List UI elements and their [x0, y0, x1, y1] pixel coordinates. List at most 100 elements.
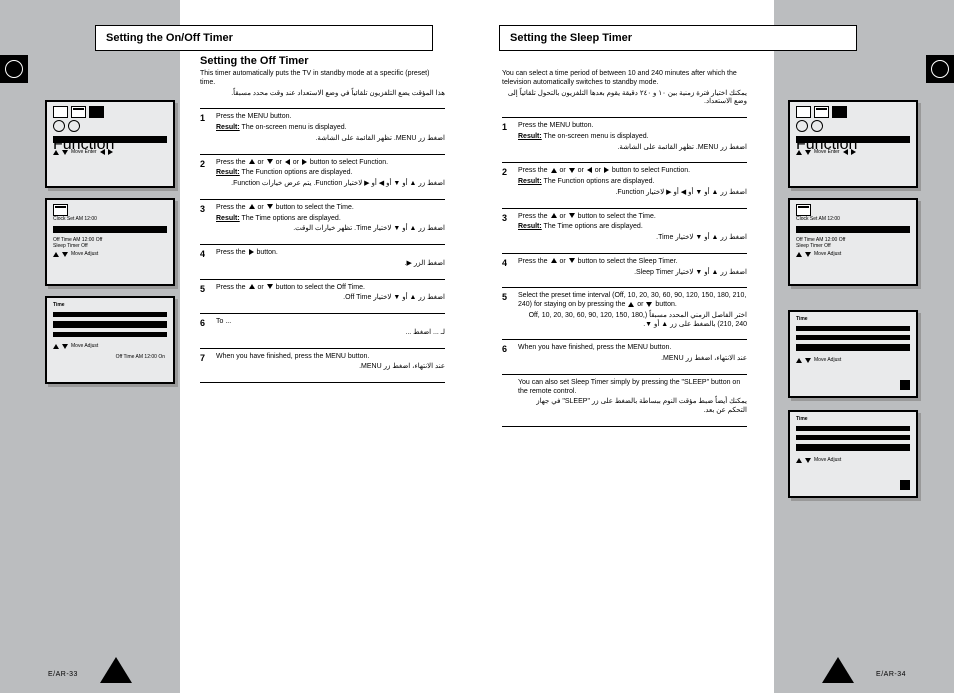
osd-highlight-bar: Function	[53, 136, 167, 143]
step-text-ar: اضغط زر MENU. تظهر القائمة على الشاشة.	[216, 135, 445, 144]
osd-foot-label: Move Adjust	[71, 251, 98, 257]
step-text: When you have finished, press the MENU b…	[216, 353, 445, 373]
step-result: Result: The Function options are display…	[518, 178, 747, 187]
step-text-ar: عند الانتهاء، اضغط زر MENU.	[518, 355, 747, 364]
page-up-triangle-right-icon	[822, 657, 854, 683]
step-text-ar: لـ ... اضغط ...	[216, 329, 445, 338]
step-text-en: Select the preset time interval (Off, 10…	[518, 292, 747, 310]
osd-line: Clock Set AM 12:00	[47, 216, 173, 222]
step-number: 2	[502, 167, 518, 197]
step-text: Press the or button to select the Off Ti…	[216, 284, 445, 304]
binder-hole-left-icon	[0, 55, 28, 83]
step-text: Press the button. اضغط الزر ▶.	[216, 249, 445, 269]
step-number: 5	[502, 292, 518, 329]
step-text-en: Press the or or or button to select Func…	[216, 159, 445, 168]
page-up-triangle-left-icon	[100, 657, 132, 683]
intro-note: You can select a time period of between …	[502, 70, 747, 107]
step-number: 6	[502, 344, 518, 364]
osd-highlight-bar	[53, 226, 167, 233]
step-number: 3	[200, 204, 216, 234]
osd-preview-function-right: Function Move Enter	[788, 100, 918, 188]
intro-note: This timer automatically puts the TV in …	[200, 70, 445, 98]
step-text-ar: اضغط زر ▲ أو ▼ أو ◀ أو ▶ لاختيار Functio…	[518, 189, 747, 198]
step-number: 5	[200, 284, 216, 304]
step-text-en: Press the or button to select the Time.	[518, 213, 747, 222]
osd-line: Clock Set AM 12:00	[790, 216, 916, 222]
step-text-ar: عند الانتهاء، اضغط زر MENU.	[216, 363, 445, 372]
osd-highlight-bar	[796, 344, 910, 351]
osd-foot-label: Move Enter	[814, 149, 840, 155]
steps-right-column: You can select a time period of between …	[502, 70, 747, 427]
page-number-right: E/AR-34	[876, 671, 906, 678]
left-step-row: 7When you have finished, press the MENU …	[200, 348, 445, 384]
step-text: You can also set Sleep Timer simply by p…	[518, 379, 747, 416]
step-result: Result: The Function options are display…	[216, 169, 445, 178]
step-text-en: When you have finished, press the MENU b…	[518, 344, 747, 353]
step-number: 4	[200, 249, 216, 269]
page-number-left: E/AR-33	[48, 671, 78, 678]
osd-corner-icon	[900, 380, 910, 390]
step-text-ar: اضغط زر ▲ أو ▼ أو ◀ أو ▶ لاختيار Functio…	[216, 180, 445, 189]
right-step-row: 3Press the or button to select the Time.…	[502, 208, 747, 253]
step-number: 3	[502, 213, 518, 243]
osd-foot-label: Move Adjust	[814, 457, 841, 463]
osd-foot-label: Move Adjust	[814, 251, 841, 257]
osd-highlight-text: Off Time AM 12:00 On	[116, 354, 165, 360]
step-text-en: Press the button.	[216, 249, 445, 258]
right-step-row: 4Press the or button to select the Sleep…	[502, 253, 747, 288]
step-text-ar: اضغط زر ▲ أو ▼ لاختيار Sleep Timer.	[518, 269, 747, 278]
step-text: Press the or button to select the Time.R…	[518, 213, 747, 243]
step-text-ar: اضغط الزر ▶.	[216, 260, 445, 269]
right-step-row: 2Press the or or or button to select Fun…	[502, 162, 747, 207]
step-text-en: Press the or button to select the Sleep …	[518, 258, 747, 267]
step-result: Result: The Time options are displayed.	[216, 215, 445, 224]
step-result: Result: The Time options are displayed.	[518, 223, 747, 232]
osd-foot-label: Move Adjust	[814, 357, 841, 363]
step-text: Press the or button to select the Time. R…	[216, 204, 445, 234]
steps-left-column: This timer automatically puts the TV in …	[200, 70, 445, 383]
step-text: Press the MENU button.Result: The on-scr…	[518, 122, 747, 152]
right-step-row: 5Select the preset time interval (Off, 1…	[502, 287, 747, 339]
osd-title: Time	[790, 412, 916, 422]
left-step-row: 3Press the or button to select the Time.…	[200, 199, 445, 244]
step-text-ar: اضغط زر MENU. تظهر القائمة على الشاشة.	[518, 144, 747, 153]
step-number: 6	[200, 318, 216, 338]
step-text-en: You can also set Sleep Timer simply by p…	[518, 379, 747, 397]
section-heading-right: Setting the Sleep Timer	[499, 25, 857, 51]
right-step-row: 6When you have finished, press the MENU …	[502, 339, 747, 374]
step-number: 4	[502, 258, 518, 278]
step-text-ar: يمكنك أيضاً ضبط مؤقت النوم ببساطة بالضغط…	[518, 398, 747, 416]
section-heading-left: Setting the On/Off Timer	[95, 25, 433, 51]
step-text: To ... لـ ... اضغط ...	[216, 318, 445, 338]
osd-foot-label: Move Adjust	[71, 343, 98, 349]
step-text: When you have finished, press the MENU b…	[518, 344, 747, 364]
osd-foot-label: Move Enter	[71, 149, 97, 155]
osd-preview-function-left: Function Move Enter	[45, 100, 175, 188]
osd-corner-icon	[900, 480, 910, 490]
step-number: 1	[200, 113, 216, 143]
step-number: 1	[502, 122, 518, 152]
section-subheading-left: Setting the Off Timer	[200, 55, 309, 67]
step-result: Result: The on-screen menu is displayed.	[216, 124, 445, 133]
step-text-en: To ...	[216, 318, 445, 327]
left-step-row: 1Press the MENU button.Result: The on-sc…	[200, 108, 445, 153]
right-step-row: 1Press the MENU button.Result: The on-sc…	[502, 117, 747, 162]
step-text-ar: اضغط زر ▲ أو ▼ لاختيار Off Time.	[216, 294, 445, 303]
step-text-ar: اختر الفاصل الزمني المحدد مسبقاً (Off, 1…	[518, 312, 747, 330]
step-text: Press the or or or button to select Func…	[518, 167, 747, 197]
step-text-en: When you have finished, press the MENU b…	[216, 353, 445, 362]
step-text-ar: اضغط زر ▲ أو ▼ لاختيار Time. تظهر خيارات…	[216, 225, 445, 234]
osd-preview-sleep-30-right: Time Move Adjust	[788, 410, 918, 498]
osd-preview-time-right: Clock Set AM 12:00 Off Time AM 12:00 Off…	[788, 198, 918, 286]
step-number: 7	[200, 353, 216, 373]
osd-title: Time	[47, 298, 173, 308]
left-step-row: 5Press the or button to select the Off T…	[200, 279, 445, 314]
step-text-en: Press the or button to select the Time.	[216, 204, 445, 213]
osd-preview-time-left: Clock Set AM 12:00 Off Time AM 12:00 Off…	[45, 198, 175, 286]
osd-title: Time	[790, 312, 916, 322]
osd-highlight-bar	[796, 226, 910, 233]
right-step-row: You can also set Sleep Timer simply by p…	[502, 374, 747, 427]
step-text-ar: اضغط زر ▲ أو ▼ لاختيار Time.	[518, 234, 747, 243]
left-step-row: 2Press the or or or button to select Fun…	[200, 154, 445, 199]
step-result: Result: The on-screen menu is displayed.	[518, 133, 747, 142]
